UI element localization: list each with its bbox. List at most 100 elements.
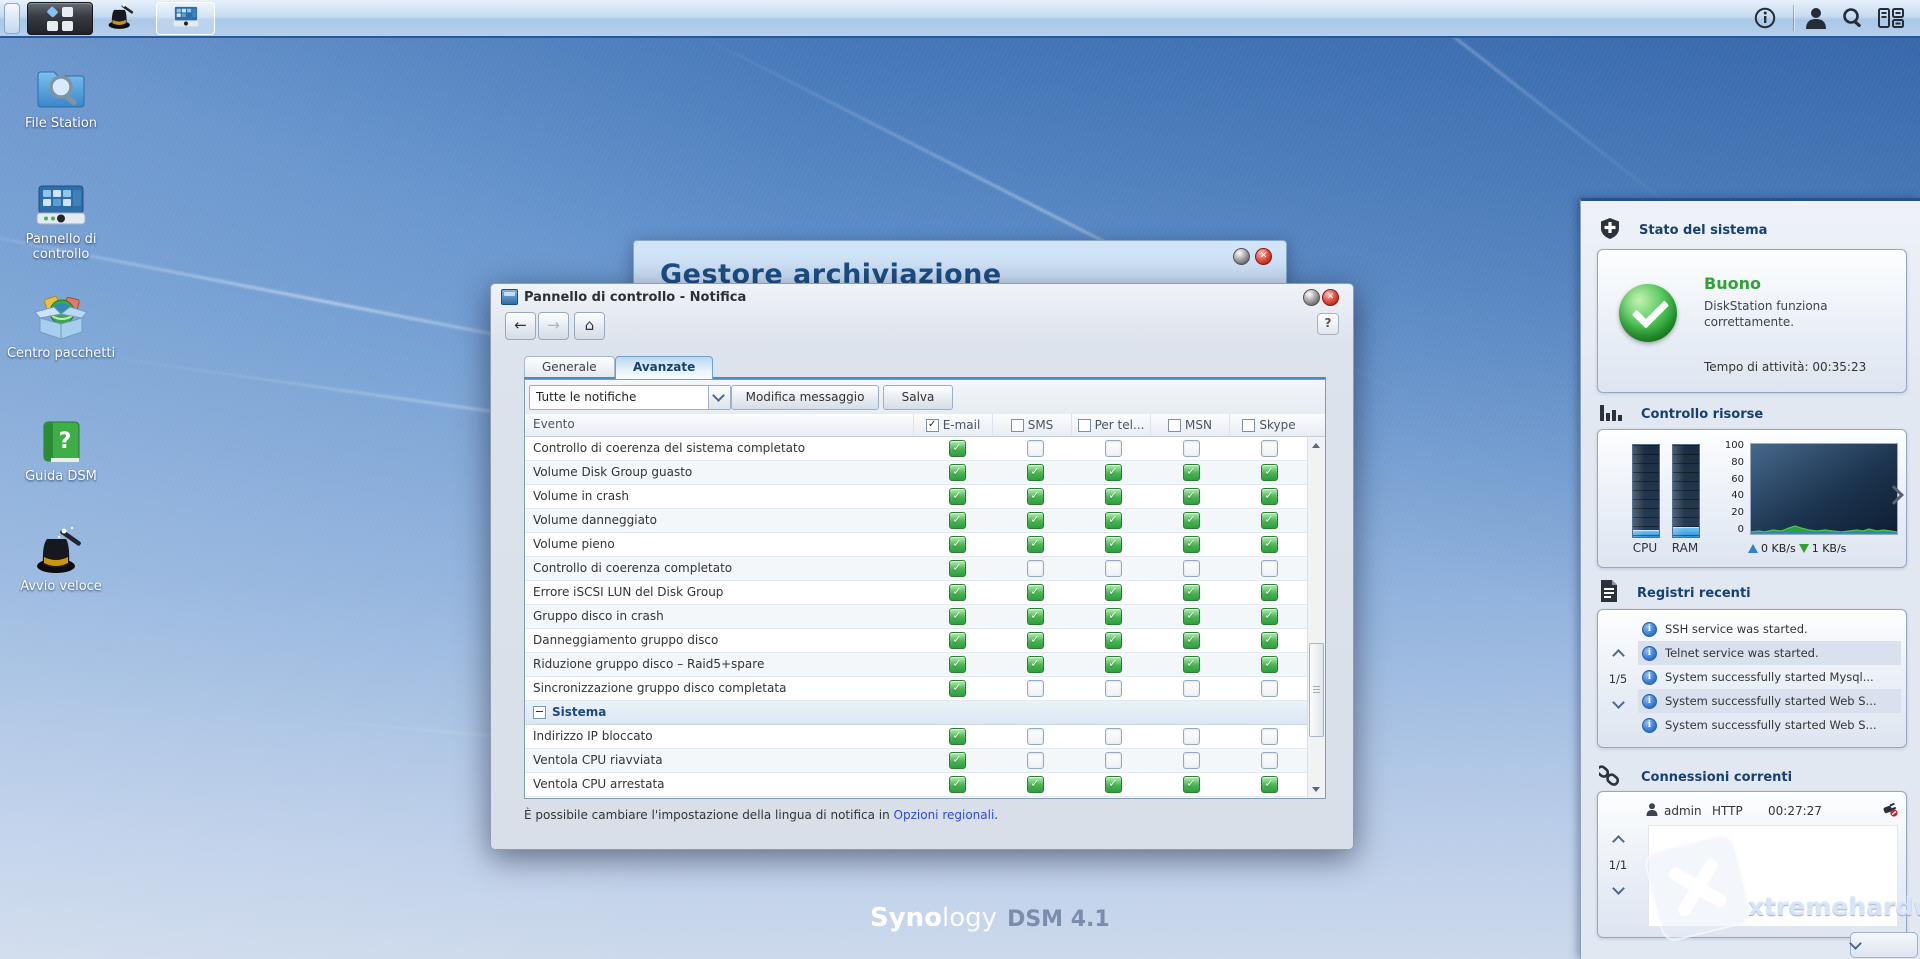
checkbox-cell[interactable] xyxy=(1152,677,1230,700)
page-up-icon[interactable] xyxy=(1611,834,1625,848)
header-checkbox[interactable] xyxy=(1168,418,1182,432)
checkbox-cell[interactable]: ✓ xyxy=(996,461,1074,484)
search-icon[interactable] xyxy=(1840,6,1866,30)
checkbox-checked[interactable]: ✓ xyxy=(948,680,966,697)
checkbox-unchecked[interactable] xyxy=(1026,752,1044,769)
checkbox-checked[interactable]: ✓ xyxy=(948,728,966,745)
checkbox-checked[interactable]: ✓ xyxy=(1182,584,1200,601)
checkbox-cell[interactable]: ✓ xyxy=(1074,485,1152,508)
desktop-icon-quick-start[interactable]: Avvio veloce xyxy=(6,525,116,594)
header-checkbox[interactable] xyxy=(1010,418,1024,432)
checkbox-checked[interactable]: ✓ xyxy=(948,776,966,793)
checkbox-checked[interactable]: ✓ xyxy=(1026,776,1044,793)
checkbox-cell[interactable]: ✓ xyxy=(1074,605,1152,628)
checkbox-checked[interactable]: ✓ xyxy=(948,488,966,505)
table-scrollbar[interactable] xyxy=(1307,437,1325,798)
channel-header[interactable]: ✓ E-mail xyxy=(913,414,992,436)
checkbox-checked[interactable]: ✓ xyxy=(948,608,966,625)
checkbox-unchecked[interactable] xyxy=(1104,728,1122,745)
checkbox-unchecked[interactable] xyxy=(1260,728,1278,745)
checkbox-cell[interactable]: ✓ xyxy=(918,437,996,460)
checkbox-unchecked[interactable] xyxy=(1026,560,1044,577)
checkbox-checked[interactable]: ✓ xyxy=(1182,632,1200,649)
checkbox-checked[interactable]: ✓ xyxy=(1104,584,1122,601)
user-icon[interactable] xyxy=(1803,6,1829,30)
page-down-icon[interactable] xyxy=(1611,695,1625,709)
checkbox-unchecked[interactable] xyxy=(1260,560,1278,577)
checkbox-cell[interactable]: ✓ xyxy=(1230,653,1308,676)
checkbox-cell[interactable]: ✓ xyxy=(918,461,996,484)
checkbox-cell[interactable] xyxy=(1152,725,1230,748)
checkbox-cell[interactable]: ✓ xyxy=(1152,605,1230,628)
channel-header[interactable]: Skype xyxy=(1229,414,1308,436)
checkbox-cell[interactable]: ✓ xyxy=(1074,773,1152,796)
checkbox-unchecked[interactable] xyxy=(1026,440,1044,457)
checkbox-checked[interactable]: ✓ xyxy=(1260,488,1278,505)
checkbox-checked[interactable]: ✓ xyxy=(1026,608,1044,625)
checkbox-cell[interactable]: ✓ xyxy=(918,557,996,580)
channel-header[interactable]: MSN xyxy=(1150,414,1229,436)
checkbox-checked[interactable]: ✓ xyxy=(1182,512,1200,529)
scroll-up-arrow[interactable] xyxy=(1308,438,1324,453)
minimize-button[interactable] xyxy=(1303,289,1320,306)
tab-avanzate[interactable]: Avanzate xyxy=(615,356,714,379)
checkbox-cell[interactable]: ✓ xyxy=(996,533,1074,556)
checkbox-checked[interactable]: ✓ xyxy=(1182,608,1200,625)
checkbox-cell[interactable]: ✓ xyxy=(1230,509,1308,532)
checkbox-unchecked[interactable] xyxy=(1104,752,1122,769)
channel-header[interactable]: SMS xyxy=(992,414,1071,436)
checkbox-checked[interactable]: ✓ xyxy=(948,584,966,601)
checkbox-cell[interactable] xyxy=(1074,557,1152,580)
checkbox-cell[interactable]: ✓ xyxy=(1152,581,1230,604)
checkbox-checked[interactable]: ✓ xyxy=(1182,536,1200,553)
desktop-icon-control-panel[interactable]: Pannello di controllo xyxy=(6,178,116,262)
checkbox-cell[interactable] xyxy=(1074,437,1152,460)
checkbox-unchecked[interactable] xyxy=(1104,680,1122,697)
chevron-down-icon[interactable] xyxy=(708,386,730,409)
checkbox-cell[interactable]: ✓ xyxy=(996,653,1074,676)
checkbox-cell[interactable]: ✓ xyxy=(1074,461,1152,484)
notification-filter-dropdown[interactable]: Tutte le notifiche xyxy=(529,385,731,410)
checkbox-cell[interactable]: ✓ xyxy=(918,629,996,652)
checkbox-checked[interactable]: ✓ xyxy=(1026,632,1044,649)
quick-start-button[interactable] xyxy=(97,2,147,33)
close-icon[interactable]: ✕ xyxy=(1255,248,1272,265)
checkbox-cell[interactable] xyxy=(1074,749,1152,772)
checkbox-cell[interactable]: ✓ xyxy=(1074,653,1152,676)
checkbox-cell[interactable]: ✓ xyxy=(1230,485,1308,508)
checkbox-checked[interactable]: ✓ xyxy=(1026,512,1044,529)
scrollbar-thumb[interactable] xyxy=(1309,642,1324,737)
show-desktop-button[interactable] xyxy=(4,3,20,34)
checkbox-cell[interactable]: ✓ xyxy=(918,749,996,772)
checkbox-cell[interactable]: ✓ xyxy=(918,653,996,676)
checkbox-checked[interactable]: ✓ xyxy=(1104,656,1122,673)
checkbox-cell[interactable]: ✓ xyxy=(918,677,996,700)
checkbox-cell[interactable] xyxy=(1152,557,1230,580)
checkbox-checked[interactable]: ✓ xyxy=(1182,776,1200,793)
desktop-icon-package-center[interactable]: Centro pacchetti xyxy=(6,292,116,361)
regional-options-link[interactable]: Opzioni regionali xyxy=(894,808,995,822)
checkbox-cell[interactable]: ✓ xyxy=(1152,461,1230,484)
checkbox-cell[interactable]: ✓ xyxy=(996,773,1074,796)
channel-header[interactable]: Per tel... xyxy=(1071,414,1150,436)
edit-message-button[interactable]: Modifica messaggio xyxy=(731,385,879,410)
checkbox-checked[interactable]: ✓ xyxy=(1260,512,1278,529)
header-checkbox[interactable] xyxy=(1077,418,1091,432)
checkbox-unchecked[interactable] xyxy=(1026,680,1044,697)
checkbox-unchecked[interactable] xyxy=(1104,560,1122,577)
checkbox-cell[interactable]: ✓ xyxy=(996,509,1074,532)
checkbox-checked[interactable]: ✓ xyxy=(1104,776,1122,793)
panel-collapse-button[interactable] xyxy=(1849,932,1918,958)
checkbox-cell[interactable] xyxy=(996,725,1074,748)
collapse-icon[interactable] xyxy=(533,706,546,719)
checkbox-cell[interactable]: ✓ xyxy=(1152,485,1230,508)
checkbox-checked[interactable]: ✓ xyxy=(948,560,966,577)
checkbox-unchecked[interactable] xyxy=(1104,440,1122,457)
checkbox-cell[interactable]: ✓ xyxy=(918,725,996,748)
tab-generale[interactable]: Generale xyxy=(524,356,615,378)
checkbox-checked[interactable]: ✓ xyxy=(1260,584,1278,601)
checkbox-checked[interactable]: ✓ xyxy=(1260,608,1278,625)
checkbox-checked[interactable]: ✓ xyxy=(948,752,966,769)
desktop-icon-dsm-help[interactable]: ? Guida DSM xyxy=(6,415,116,484)
control-panel-task-button[interactable] xyxy=(156,2,215,35)
